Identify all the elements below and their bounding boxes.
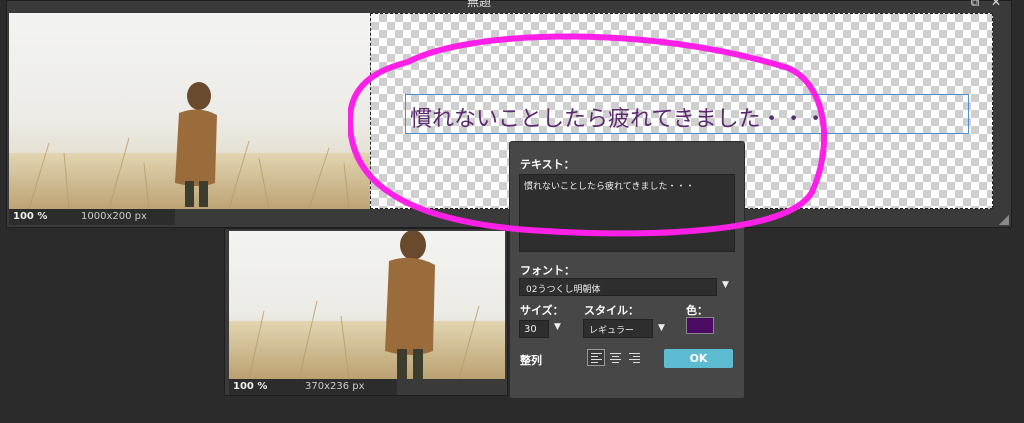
- window-title: 無題: [467, 0, 492, 9]
- status-bar: 100 % 1000x200 px: [9, 209, 175, 225]
- color-swatch[interactable]: [686, 317, 714, 334]
- preview-zoom-level[interactable]: 100 %: [233, 381, 267, 392]
- ok-button[interactable]: OK: [664, 349, 733, 368]
- font-select[interactable]: 02うつくし明朝体: [519, 278, 717, 296]
- color-label: 色：: [686, 304, 708, 317]
- style-label: スタイル：: [584, 304, 639, 317]
- annotation-circle: [348, 33, 828, 237]
- preview-canvas[interactable]: [229, 231, 505, 379]
- align-label: 整列: [520, 354, 542, 367]
- align-right-icon[interactable]: [625, 349, 643, 366]
- size-select[interactable]: 30: [519, 320, 549, 338]
- style-select[interactable]: レギュラー: [583, 319, 653, 338]
- font-label: フォント：: [520, 264, 575, 277]
- preview-status-bar: 100 % 370x236 px: [229, 379, 397, 395]
- dropdown-arrow-icon[interactable]: ▼: [722, 280, 729, 290]
- window-controls[interactable]: ⧉ ✕: [971, 0, 1005, 10]
- preview-dimensions: 370x236 px: [305, 381, 365, 392]
- preview-image-window: 100 % 370x236 px: [224, 228, 508, 396]
- resize-grip-icon[interactable]: [999, 215, 1009, 225]
- image-dimensions: 1000x200 px: [81, 211, 147, 222]
- photo-layer: [9, 13, 370, 209]
- zoom-level[interactable]: 100 %: [13, 211, 47, 222]
- dropdown-arrow-icon[interactable]: ▼: [658, 323, 665, 333]
- dropdown-arrow-icon[interactable]: ▼: [554, 322, 561, 332]
- annotation-stroke: [348, 33, 828, 237]
- align-left-icon[interactable]: [587, 349, 605, 366]
- size-label: サイズ：: [520, 304, 564, 317]
- align-center-icon[interactable]: [606, 349, 624, 366]
